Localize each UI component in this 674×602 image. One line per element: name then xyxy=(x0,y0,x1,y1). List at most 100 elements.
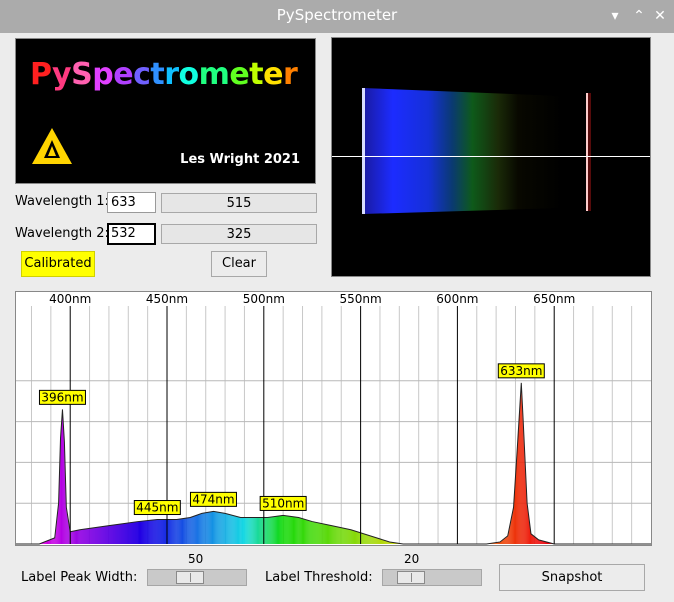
spectrum-bar xyxy=(91,527,93,544)
spectrum-bar xyxy=(303,518,305,544)
brand-letter: r xyxy=(164,57,179,92)
spectrum-bar xyxy=(200,513,202,544)
maximize-icon[interactable]: ⌃ xyxy=(631,8,647,24)
spectrum-bar xyxy=(122,523,124,544)
spectrum-bar xyxy=(305,519,307,544)
spectrum-bar xyxy=(234,515,236,544)
peak-width-slider[interactable] xyxy=(147,569,247,586)
spectrum-bar xyxy=(235,516,237,544)
spectrum-bar xyxy=(214,511,216,544)
spectrum-bar xyxy=(356,531,358,544)
clear-button[interactable]: Clear xyxy=(211,251,267,277)
spectrum-bar xyxy=(354,531,357,544)
spectrum-bar xyxy=(186,517,188,544)
spectrum-bar xyxy=(329,525,331,544)
spectrum-bar xyxy=(276,516,279,544)
spectrum-bar xyxy=(268,517,270,544)
spectrum-bar xyxy=(278,515,280,544)
spectrum-bar xyxy=(320,523,322,544)
snapshot-button[interactable]: Snapshot xyxy=(499,564,645,591)
brand-letter: e xyxy=(263,57,283,92)
spectrum-bar xyxy=(147,520,149,544)
spectrum-bar xyxy=(93,527,95,544)
spectrum-bar xyxy=(227,513,229,544)
spectrum-bar xyxy=(213,511,215,544)
spectrum-bar xyxy=(100,526,102,544)
spectrum-bar xyxy=(309,520,311,544)
spectrum-bar xyxy=(256,517,258,544)
spectrum-bar xyxy=(375,537,377,544)
spectrum-bar xyxy=(340,527,342,544)
spectrum-bar xyxy=(350,529,352,544)
spectrum-bar xyxy=(264,517,266,544)
spectrum-bar xyxy=(109,525,111,544)
spectrum-bar xyxy=(324,524,326,544)
spectrum-bar xyxy=(120,523,122,544)
spectrum-bar xyxy=(253,517,255,544)
spectrum-bar xyxy=(119,523,121,544)
spectrum-bar xyxy=(108,525,110,544)
spectrum-bar xyxy=(332,525,334,544)
spectrum-bar xyxy=(159,519,161,544)
spectrum-bar xyxy=(179,518,181,544)
threshold-slider[interactable] xyxy=(382,569,482,586)
spectrum-bar xyxy=(321,523,323,544)
brand-wordmark: PySpectrometer xyxy=(30,57,298,92)
spectrum-bar xyxy=(196,515,198,544)
spectrum-bar xyxy=(169,519,171,544)
spectrum-bar xyxy=(148,520,150,544)
spectrum-bar xyxy=(121,523,123,544)
spectrum-bar xyxy=(359,532,361,544)
spectrum-bar xyxy=(223,513,225,544)
peak-label: 474nm xyxy=(192,492,234,506)
spectrum-bar xyxy=(178,519,180,544)
spectrum-bar xyxy=(211,511,213,544)
window-title: PySpectrometer xyxy=(276,6,398,24)
brand-letter: e xyxy=(229,57,250,92)
spectrum-bar xyxy=(189,517,191,544)
spectrum-bar xyxy=(378,538,380,544)
camera-preview xyxy=(331,37,651,277)
spectrum-bar xyxy=(97,527,99,544)
spectrum-bar xyxy=(280,515,282,544)
spectrum-bar xyxy=(78,529,80,544)
peak-width-label: Label Peak Width: xyxy=(21,570,138,585)
spectrum-bar xyxy=(339,527,341,544)
spectrum-bar xyxy=(351,530,353,544)
spectrum-bar xyxy=(204,512,206,544)
spectrum-bar xyxy=(325,524,327,544)
spectrum-chart: 400nm 450nm 500nm 550nm 600nm 650nm 396nm 445nm… xyxy=(16,292,651,545)
spectrum-bar xyxy=(140,521,142,544)
spectrum-bar xyxy=(99,526,101,544)
spectrum-bar xyxy=(239,517,241,544)
spectrum-bar xyxy=(244,517,246,544)
spectrum-bar xyxy=(143,520,145,544)
spectrum-bar xyxy=(310,520,312,544)
spectrum-bar xyxy=(102,526,104,544)
spectrum-bar xyxy=(366,534,368,544)
spectrum-bar xyxy=(286,515,288,544)
spectrum-bar xyxy=(261,517,263,544)
threshold-slider-thumb[interactable] xyxy=(397,571,425,584)
calibrated-button[interactable]: Calibrated xyxy=(21,251,95,277)
spectrum-bar xyxy=(128,522,130,544)
spectrum-bar xyxy=(175,519,177,544)
minimize-icon[interactable]: ▾ xyxy=(607,8,623,24)
spectrum-bar xyxy=(334,526,336,544)
spectrum-bar xyxy=(135,521,137,544)
spectrum-bar xyxy=(164,519,166,544)
spectrum-bar xyxy=(290,516,292,544)
close-icon[interactable]: ✕ xyxy=(652,8,668,24)
spectrum-bar xyxy=(141,521,143,544)
wavelength-2-input[interactable]: 532 xyxy=(107,223,156,245)
spectrum-bar xyxy=(152,519,154,544)
spectrum-bar xyxy=(171,519,173,544)
spectrum-bar xyxy=(77,529,79,544)
spectrum-bar xyxy=(92,527,94,544)
spectrum-bar xyxy=(212,511,214,544)
peak-width-slider-thumb[interactable] xyxy=(176,571,204,584)
spectrum-bar xyxy=(145,520,147,544)
author-credit: Les Wright 2021 xyxy=(180,152,300,167)
wavelength-1-input[interactable]: 633 xyxy=(107,192,156,213)
spectrum-bar xyxy=(138,521,141,544)
